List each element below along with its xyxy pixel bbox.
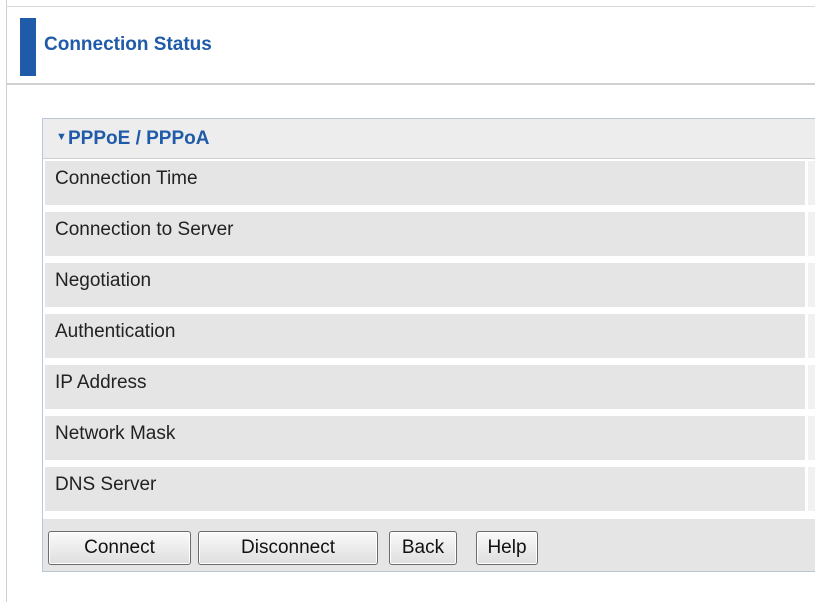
row-label: Network Mask: [55, 423, 176, 444]
row-value-cell: [808, 365, 815, 409]
row-label-cell: IP Address: [45, 365, 805, 409]
row-value-cell: [808, 416, 815, 460]
status-row-connection-time: Connection Time: [43, 159, 815, 210]
frame-top-border: [6, 6, 815, 7]
row-label: DNS Server: [55, 474, 157, 495]
status-row-negotiation: Negotiation: [43, 261, 815, 312]
status-row-authentication: Authentication: [43, 312, 815, 363]
page: Connection Status ▼ PPPoE / PPPoA Connec…: [0, 0, 815, 602]
row-label-cell: DNS Server: [45, 467, 805, 511]
section-header[interactable]: ▼ PPPoE / PPPoA: [43, 119, 815, 159]
page-title: Connection Status: [44, 34, 212, 55]
header-divider: [6, 83, 815, 85]
status-row-network-mask: Network Mask: [43, 414, 815, 465]
row-label-cell: Authentication: [45, 314, 805, 358]
help-button[interactable]: Help: [476, 531, 538, 565]
button-bar: Connect Disconnect Back Help: [43, 519, 815, 571]
triangle-down-icon: ▼: [56, 131, 67, 143]
title-accent-bar: [20, 18, 36, 76]
row-label: Connection Time: [55, 168, 198, 189]
row-label-cell: Negotiation: [45, 263, 805, 307]
row-label-cell: Network Mask: [45, 416, 805, 460]
row-value-cell: [808, 314, 815, 358]
row-label-cell: Connection Time: [45, 161, 805, 205]
row-value-cell: [808, 467, 815, 511]
row-label: Authentication: [55, 321, 176, 342]
row-value-cell: [808, 161, 815, 205]
status-rows: Connection Time Connection to Server Neg…: [43, 159, 815, 516]
row-value-cell: [808, 263, 815, 307]
row-label-cell: Connection to Server: [45, 212, 805, 256]
status-row-dns-server: DNS Server: [43, 465, 815, 516]
row-label: IP Address: [55, 372, 147, 393]
frame-left-border: [6, 0, 7, 602]
row-label: Connection to Server: [55, 219, 234, 240]
section-title: PPPoE / PPPoA: [68, 128, 210, 149]
back-button[interactable]: Back: [389, 531, 457, 565]
status-row-connection-to-server: Connection to Server: [43, 210, 815, 261]
disconnect-button[interactable]: Disconnect: [198, 531, 378, 565]
row-label: Negotiation: [55, 270, 152, 291]
status-row-ip-address: IP Address: [43, 363, 815, 414]
row-value-cell: [808, 212, 815, 256]
connection-status-panel: ▼ PPPoE / PPPoA Connection Time Connecti…: [42, 118, 815, 572]
connect-button[interactable]: Connect: [48, 531, 191, 565]
